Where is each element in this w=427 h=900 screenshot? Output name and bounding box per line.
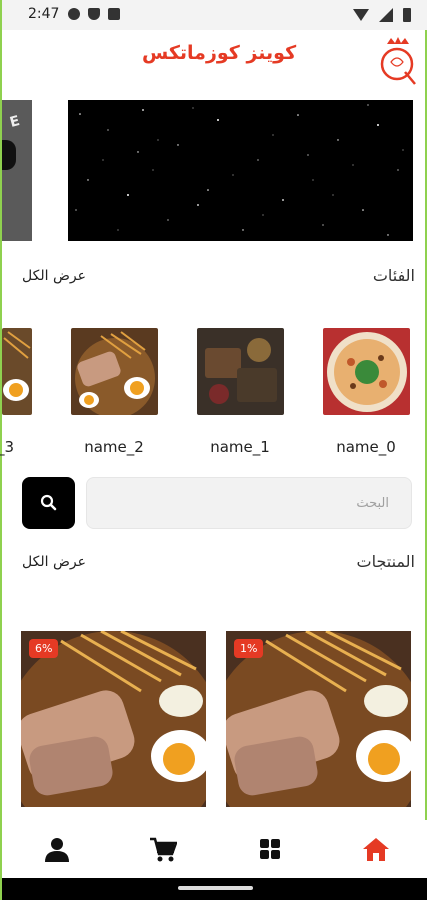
- category-name: name_1: [210, 438, 270, 456]
- status-time: 2:47: [28, 6, 60, 22]
- system-home-bar: [2, 878, 427, 900]
- category-item[interactable]: [2, 328, 32, 415]
- banner-side-shape: [2, 140, 16, 170]
- nav-categories[interactable]: [255, 834, 285, 864]
- app-header: كوينز كوزماتكس: [2, 30, 427, 90]
- status-icons-left: [68, 8, 120, 20]
- products-view-all-link[interactable]: عرض الكل: [22, 554, 86, 570]
- status-icons-right: [353, 8, 411, 22]
- banner-side-decoration: E: [8, 113, 22, 131]
- category-item[interactable]: [197, 328, 284, 415]
- sim-status-icon: [108, 8, 120, 20]
- dishes-image: [197, 328, 284, 415]
- grid-icon: [260, 839, 280, 859]
- home-icon: [363, 838, 389, 861]
- home-gesture-handle[interactable]: [178, 886, 253, 890]
- shield-status-icon: [88, 8, 100, 20]
- product-card[interactable]: 6%: [21, 631, 206, 807]
- products-title: المنتجات: [356, 552, 416, 571]
- signal-icon: [379, 8, 393, 22]
- status-bar: 2:47: [2, 0, 427, 30]
- brand-logo-icon: [380, 37, 416, 85]
- battery-icon: [403, 8, 411, 22]
- settings-status-icon: [68, 8, 80, 20]
- discount-badge: 6%: [29, 639, 59, 658]
- search-button[interactable]: [22, 477, 75, 529]
- pizza-image: [323, 328, 410, 415]
- category-name: name_0: [336, 438, 396, 456]
- categories-title: الفئات: [372, 266, 415, 285]
- ramen-image: [2, 328, 32, 415]
- banner-slide-starfield[interactable]: [68, 100, 413, 241]
- product-card[interactable]: 1%: [226, 631, 411, 807]
- starfield-image: [75, 104, 404, 236]
- bottom-navigation: [2, 820, 427, 878]
- search-icon: [40, 494, 57, 511]
- category-item[interactable]: [323, 328, 410, 415]
- categories-view-all-link[interactable]: عرض الكل: [22, 268, 86, 284]
- ramen-image: [71, 328, 158, 415]
- category-item[interactable]: [71, 328, 158, 415]
- app-frame: 2:47 كوينز كوزماتكس E الفئات عرض الكل na…: [0, 0, 427, 900]
- search-input[interactable]: [86, 477, 412, 529]
- banner-slide-previous[interactable]: E: [2, 100, 32, 241]
- nav-profile[interactable]: [42, 834, 72, 864]
- discount-badge: 1%: [234, 639, 264, 658]
- category-name: name_2: [84, 438, 144, 456]
- user-icon: [45, 838, 69, 862]
- nav-home[interactable]: [361, 834, 391, 864]
- wifi-icon: [353, 9, 369, 21]
- category-name: _3: [0, 438, 14, 456]
- nav-cart[interactable]: [148, 834, 178, 864]
- cart-icon: [150, 837, 177, 862]
- brand-title: كوينز كوزماتكس: [142, 42, 297, 64]
